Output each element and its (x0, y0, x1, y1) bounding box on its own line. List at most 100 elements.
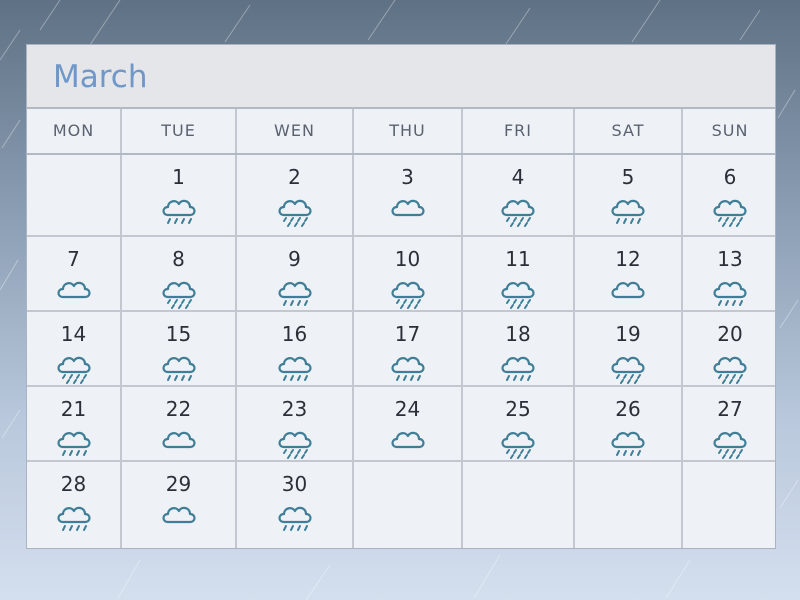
day-number: 25 (505, 397, 531, 421)
day-cell-7[interactable]: 7 (27, 237, 122, 312)
day-number: 12 (615, 247, 641, 271)
day-number: 19 (615, 322, 641, 346)
day-number: 20 (717, 322, 743, 346)
empty-day-cell (683, 462, 775, 548)
heavy-rain-icon (159, 273, 199, 309)
light-rain-icon (275, 348, 315, 384)
day-cell-4[interactable]: 4 (463, 155, 575, 237)
day-number: 21 (60, 397, 87, 421)
heavy-rain-icon (710, 348, 750, 384)
light-rain-icon (159, 191, 199, 227)
calendar-panel: March MON TUE WEN THU FRI SAT SUN 1 2 3 4 5 6 7 8 9 10 1… (26, 44, 776, 549)
light-rain-icon (608, 423, 648, 459)
day-number: 28 (60, 472, 87, 496)
light-rain-icon (275, 273, 315, 309)
day-cell-3[interactable]: 3 (354, 155, 463, 237)
day-number: 14 (60, 322, 87, 346)
day-cell-30[interactable]: 30 (237, 462, 354, 548)
cloud-icon (159, 498, 199, 534)
day-cell-10[interactable]: 10 (354, 237, 463, 312)
day-cell-6[interactable]: 6 (683, 155, 775, 237)
day-cell-27[interactable]: 27 (683, 387, 775, 462)
day-cell-23[interactable]: 23 (237, 387, 354, 462)
day-number: 15 (165, 322, 192, 346)
light-rain-icon (710, 273, 750, 309)
day-cell-20[interactable]: 20 (683, 312, 775, 387)
day-number: 27 (717, 397, 743, 421)
day-cell-12[interactable]: 12 (575, 237, 683, 312)
light-rain-icon (498, 348, 538, 384)
empty-day-cell (463, 462, 575, 548)
light-rain-icon (159, 348, 199, 384)
day-cell-11[interactable]: 11 (463, 237, 575, 312)
weekday-fri: FRI (463, 109, 575, 153)
cloud-icon (159, 423, 199, 459)
light-rain-icon (388, 348, 428, 384)
day-cell-8[interactable]: 8 (122, 237, 237, 312)
day-cell-19[interactable]: 19 (575, 312, 683, 387)
heavy-rain-icon (275, 191, 315, 227)
day-cell-22[interactable]: 22 (122, 387, 237, 462)
day-cell-26[interactable]: 26 (575, 387, 683, 462)
weekday-tue: TUE (122, 109, 237, 153)
weekday-thu: THU (354, 109, 463, 153)
day-number: 9 (288, 247, 301, 271)
day-number: 24 (394, 397, 421, 421)
day-number: 3 (401, 165, 414, 189)
empty-day-cell (575, 462, 683, 548)
day-cell-1[interactable]: 1 (122, 155, 237, 237)
day-cell-9[interactable]: 9 (237, 237, 354, 312)
day-cell-25[interactable]: 25 (463, 387, 575, 462)
day-number: 23 (281, 397, 308, 421)
day-cell-14[interactable]: 14 (27, 312, 122, 387)
light-rain-icon (54, 498, 94, 534)
heavy-rain-icon (498, 273, 538, 309)
day-number: 22 (165, 397, 192, 421)
cloud-icon (54, 273, 94, 309)
day-cell-16[interactable]: 16 (237, 312, 354, 387)
weekday-header-row: MON TUE WEN THU FRI SAT SUN (27, 109, 775, 155)
day-cell-29[interactable]: 29 (122, 462, 237, 548)
empty-day-cell (27, 155, 122, 237)
heavy-rain-icon (710, 423, 750, 459)
weekday-mon: MON (27, 109, 122, 153)
day-number: 7 (67, 247, 80, 271)
day-number: 26 (615, 397, 641, 421)
cloud-icon (388, 423, 428, 459)
day-cell-28[interactable]: 28 (27, 462, 122, 548)
empty-day-cell (354, 462, 463, 548)
calendar-header: March (27, 45, 775, 109)
heavy-rain-icon (388, 273, 428, 309)
day-cell-13[interactable]: 13 (683, 237, 775, 312)
day-cell-18[interactable]: 18 (463, 312, 575, 387)
weekday-wen: WEN (237, 109, 354, 153)
heavy-rain-icon (275, 423, 315, 459)
light-rain-icon (275, 498, 315, 534)
heavy-rain-icon (54, 348, 94, 384)
cloud-icon (608, 273, 648, 309)
heavy-rain-icon (498, 191, 538, 227)
light-rain-icon (54, 423, 94, 459)
day-number: 4 (511, 165, 525, 189)
weekday-sun: SUN (711, 121, 749, 140)
day-cell-24[interactable]: 24 (354, 387, 463, 462)
weekday-sat: SAT (575, 109, 683, 153)
day-number: 10 (394, 247, 421, 271)
heavy-rain-icon (608, 348, 648, 384)
day-cell-17[interactable]: 17 (354, 312, 463, 387)
day-cell-15[interactable]: 15 (122, 312, 237, 387)
month-title: March (53, 59, 148, 95)
day-cell-21[interactable]: 21 (27, 387, 122, 462)
day-cell-2[interactable]: 2 (237, 155, 354, 237)
day-number: 8 (172, 247, 185, 271)
day-number: 29 (165, 472, 192, 496)
day-cell-5[interactable]: 5 (575, 155, 683, 237)
day-number: 17 (394, 322, 421, 346)
day-number: 2 (288, 165, 301, 189)
day-number: 11 (505, 247, 531, 271)
day-number: 16 (281, 322, 308, 346)
heavy-rain-icon (710, 191, 750, 227)
heavy-rain-icon (498, 423, 538, 459)
light-rain-icon (608, 191, 648, 227)
day-number: 6 (723, 165, 737, 189)
